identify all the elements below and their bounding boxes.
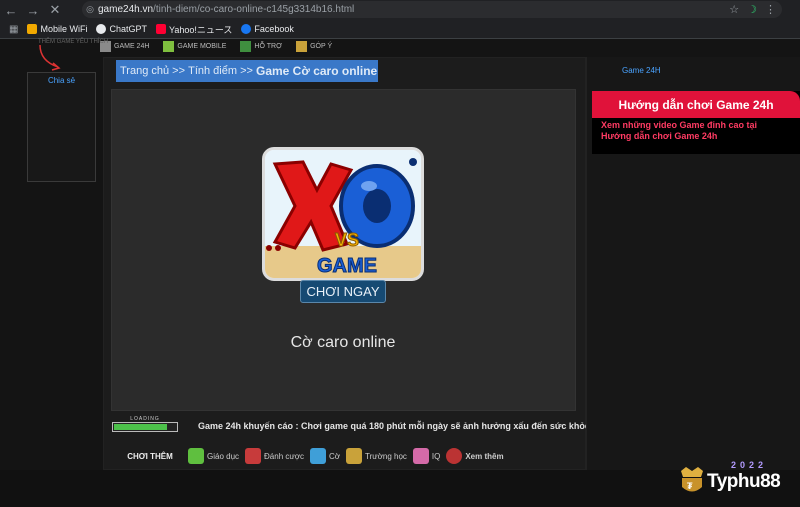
- site-info-icon[interactable]: ◎: [82, 4, 98, 15]
- watermark-year: 2022: [731, 460, 768, 470]
- breadcrumb-home[interactable]: Trang chủ: [120, 65, 169, 77]
- site-top-nav: GAME 24H GAME MOBILE HỖ TRỢ GÓP Ý: [100, 39, 390, 53]
- facebook-icon: [241, 24, 252, 34]
- chatgpt-icon: [96, 24, 107, 34]
- nav-game-mobile[interactable]: GAME MOBILE: [163, 40, 227, 52]
- category-betting[interactable]: Đánh cược: [245, 448, 304, 464]
- bookmark-star-icon[interactable]: ☆: [729, 3, 739, 16]
- category-school[interactable]: Trường học: [346, 448, 407, 464]
- education-icon: [188, 448, 204, 464]
- school-icon: [346, 448, 363, 464]
- arrow-icon: [39, 44, 61, 71]
- nav-label: HỖ TRỢ: [254, 42, 283, 50]
- dark-mode-icon[interactable]: ☽: [747, 3, 757, 16]
- more-icon: [446, 448, 463, 464]
- breadcrumb-current: Game Cờ caro online: [255, 64, 378, 78]
- browser-toolbar: ← → ✕ ◎ game24h.vn/tinh-diem/co-caro-onl…: [0, 0, 800, 20]
- bookmark-label: ChatGPT: [109, 24, 147, 34]
- support-icon: [240, 40, 252, 52]
- forward-icon[interactable]: →: [22, 0, 44, 20]
- nav-label: GÓP Ý: [310, 42, 333, 50]
- category-education[interactable]: Giáo dục: [188, 448, 239, 464]
- health-warning: Game 24h khuyến cáo : Chơi game quá 180 …: [198, 421, 590, 431]
- breadcrumb-sep: >>: [237, 65, 256, 77]
- game-logo[interactable]: VS GAME: [262, 147, 424, 281]
- close-icon[interactable]: ✕: [44, 0, 66, 20]
- nav-feedback[interactable]: GÓP Ý: [296, 40, 333, 52]
- watermark-brand: Typhu88: [707, 471, 781, 492]
- breadcrumb: Trang chủ >> Tính điểm >> Game Cờ caro o…: [116, 60, 378, 82]
- category-label: Đánh cược: [264, 451, 304, 461]
- category-iq[interactable]: IQ: [412, 448, 441, 464]
- cards-icon: [245, 448, 262, 464]
- iq-icon: [412, 448, 429, 464]
- game-area: Trang chủ >> Tính điểm >> Game Cờ caro o…: [103, 57, 590, 470]
- address-bar[interactable]: ◎ game24h.vn/tinh-diem/co-caro-online-c1…: [82, 1, 782, 18]
- pencil-icon: [296, 40, 308, 52]
- guide-button[interactable]: Hướng dẫn chơi Game 24h: [592, 91, 800, 118]
- see-more-link[interactable]: Xem thêm: [446, 448, 504, 464]
- category-chess[interactable]: Cờ: [309, 448, 341, 464]
- menu-icon[interactable]: ⋮: [765, 3, 776, 16]
- chess-icon: [309, 448, 326, 464]
- url-host: game24h.vn: [98, 4, 154, 15]
- play-now-button[interactable]: CHƠI NGAY: [300, 280, 386, 303]
- loading-indicator: LOADING: [112, 416, 178, 433]
- bookmark-mobile-wifi[interactable]: Mobile WiFi: [27, 24, 87, 34]
- breadcrumb-section[interactable]: Tính điểm: [188, 65, 237, 77]
- bookmark-label: Mobile WiFi: [40, 24, 88, 34]
- yahoo-icon: [155, 24, 166, 34]
- logo-vs-text: VS: [335, 230, 359, 250]
- tab-game24h[interactable]: Game 24H: [622, 66, 661, 75]
- bookmarks-bar: ▦ Mobile WiFi ChatGPT Yahoo!ニュース Faceboo…: [0, 20, 800, 39]
- category-label: Trường học: [365, 451, 407, 461]
- nav-label: GAME 24H: [114, 42, 150, 50]
- svg-text:₮: ₮: [687, 481, 693, 491]
- nav-support[interactable]: HỖ TRỢ: [240, 40, 283, 52]
- right-sidebar: Game 24H Hướng dẫn chơi Game 24h Xem nhữ…: [586, 57, 800, 470]
- back-icon[interactable]: ←: [0, 0, 22, 20]
- category-label: IQ: [431, 451, 441, 461]
- logo-game-text: GAME: [317, 255, 377, 277]
- xo-logo-icon: VS GAME: [265, 150, 421, 278]
- game-title: Cờ caro online: [290, 334, 396, 351]
- category-label: Cờ: [328, 451, 341, 461]
- more-games-bar: CHƠI THÊM Giáo dục Đánh cược Cờ Trường h…: [112, 445, 582, 467]
- bookmark-facebook[interactable]: Facebook: [241, 24, 294, 34]
- breadcrumb-sep: >>: [169, 65, 189, 77]
- bookmark-yahoo[interactable]: Yahoo!ニュース: [155, 23, 233, 36]
- guide-text[interactable]: Xem những video Game đỉnh cao tại Hướng …: [601, 120, 781, 142]
- loading-fill: [114, 424, 167, 430]
- see-more-label: Xem thêm: [465, 451, 504, 461]
- bookmark-label: Facebook: [254, 24, 294, 34]
- share-link[interactable]: Chia sẻ: [28, 76, 95, 85]
- game-frame[interactable]: VS GAME CHƠI NGAY Cờ caro online: [111, 89, 576, 411]
- share-panel: Chia sẻ: [27, 72, 96, 182]
- typhu88-watermark: ₮ 2022 Typhu88: [673, 451, 798, 507]
- url-path: /tinh-diem/co-caro-online-c145g3314b16.h…: [153, 4, 355, 15]
- bookmark-label: Yahoo!ニュース: [168, 24, 233, 35]
- bookmark-chatgpt[interactable]: ChatGPT: [96, 24, 147, 34]
- web-page: GAME 24H GAME MOBILE HỖ TRỢ GÓP Ý THÊM G…: [0, 39, 800, 492]
- nav-label: GAME MOBILE: [177, 42, 227, 50]
- guide-box: Hướng dẫn chơi Game 24h Xem những video …: [592, 91, 800, 154]
- category-label: Giáo dục: [207, 451, 240, 461]
- mobile-icon: [163, 40, 175, 52]
- wifi-icon: [27, 24, 38, 34]
- loading-bar: [112, 422, 178, 432]
- apps-grid-icon[interactable]: ▦: [9, 24, 18, 35]
- more-games-label: CHƠI THÊM: [127, 451, 173, 461]
